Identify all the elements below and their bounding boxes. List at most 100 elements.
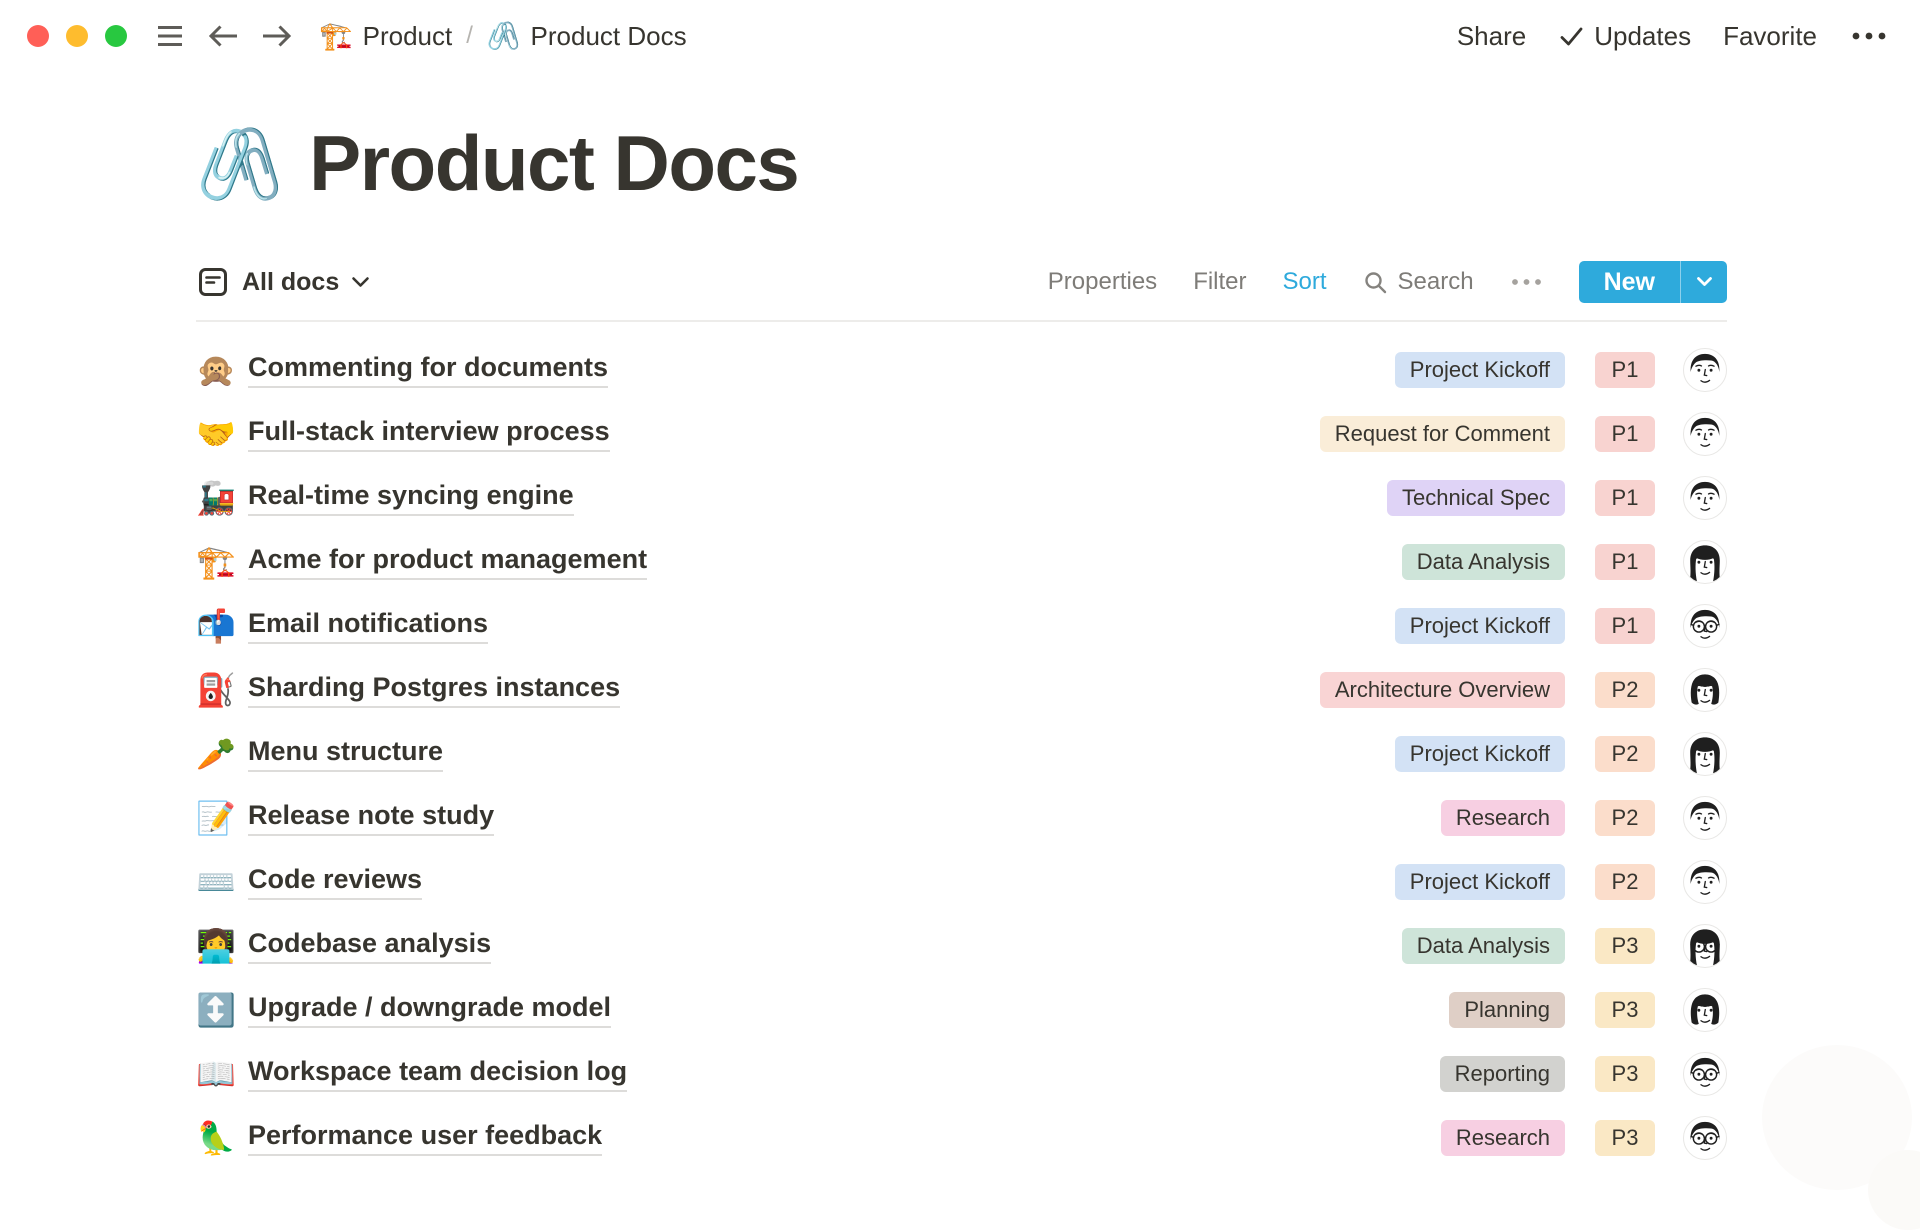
- row-properties: Reporting P3: [1440, 1052, 1727, 1096]
- properties-button[interactable]: Properties: [1048, 268, 1157, 296]
- doc-type-tag[interactable]: Request for Comment: [1320, 416, 1565, 452]
- priority-badge[interactable]: P1: [1595, 480, 1655, 516]
- page-title[interactable]: Product Docs: [309, 118, 798, 209]
- priority-badge[interactable]: P1: [1595, 416, 1655, 452]
- doc-emoji-icon: 📬: [196, 610, 248, 642]
- search-button[interactable]: Search: [1363, 268, 1474, 296]
- share-label: Share: [1457, 21, 1526, 52]
- row-properties: Data Analysis P1: [1402, 540, 1727, 584]
- priority-badge[interactable]: P3: [1595, 992, 1655, 1028]
- assignee-avatar[interactable]: [1683, 668, 1727, 712]
- row-properties: Project Kickoff P1: [1395, 604, 1727, 648]
- check-icon: [1558, 23, 1585, 50]
- breadcrumb-item-product[interactable]: 🏗️ Product: [311, 17, 460, 56]
- close-window-button[interactable]: [27, 25, 49, 47]
- paperclips-emoji-icon: 🖇️: [487, 23, 521, 50]
- breadcrumb-separator: /: [466, 22, 473, 50]
- doc-title-link[interactable]: Real-time syncing engine: [248, 480, 574, 516]
- new-chevron-down-icon[interactable]: [1681, 261, 1727, 303]
- doc-title-link[interactable]: Release note study: [248, 800, 494, 836]
- zoom-window-button[interactable]: [105, 25, 127, 47]
- row-properties: Data Analysis P3: [1402, 924, 1727, 968]
- sort-button[interactable]: Sort: [1283, 268, 1327, 296]
- updates-button[interactable]: Updates: [1558, 21, 1691, 52]
- doc-title-link[interactable]: Upgrade / downgrade model: [248, 992, 611, 1028]
- minimize-window-button[interactable]: [66, 25, 88, 47]
- priority-badge[interactable]: P3: [1595, 928, 1655, 964]
- doc-type-tag[interactable]: Technical Spec: [1387, 480, 1565, 516]
- doc-title-link[interactable]: Menu structure: [248, 736, 443, 772]
- assignee-avatar[interactable]: [1683, 604, 1727, 648]
- sidebar-menu-icon[interactable]: [154, 23, 186, 49]
- priority-badge[interactable]: P3: [1595, 1056, 1655, 1092]
- priority-badge[interactable]: P1: [1595, 608, 1655, 644]
- table-row: 👩‍💻Codebase analysisData AnalysisP3: [196, 914, 1727, 978]
- doc-type-tag[interactable]: Project Kickoff: [1395, 864, 1565, 900]
- page-emoji-icon[interactable]: 🖇️: [196, 129, 283, 199]
- toolbar-more-icon[interactable]: [1510, 277, 1543, 287]
- doc-type-tag[interactable]: Architecture Overview: [1320, 672, 1565, 708]
- assignee-avatar[interactable]: [1683, 924, 1727, 968]
- row-properties: Project Kickoff P1: [1395, 348, 1727, 392]
- doc-title-link[interactable]: Code reviews: [248, 864, 422, 900]
- doc-title-link[interactable]: Codebase analysis: [248, 928, 491, 964]
- more-options-icon[interactable]: [1849, 30, 1889, 42]
- row-properties: Request for Comment P1: [1320, 412, 1727, 456]
- priority-badge[interactable]: P2: [1595, 736, 1655, 772]
- docs-list: 🙊Commenting for documents Project Kickoff…: [196, 338, 1727, 1170]
- filter-button[interactable]: Filter: [1193, 268, 1246, 296]
- favorite-button[interactable]: Favorite: [1723, 21, 1817, 52]
- back-arrow-icon[interactable]: [206, 22, 240, 50]
- assignee-avatar[interactable]: [1683, 860, 1727, 904]
- assignee-avatar[interactable]: [1683, 476, 1727, 520]
- doc-title-link[interactable]: Performance user feedback: [248, 1120, 602, 1156]
- doc-type-tag[interactable]: Project Kickoff: [1395, 608, 1565, 644]
- doc-type-tag[interactable]: Reporting: [1440, 1056, 1565, 1092]
- doc-emoji-icon: ↕️: [196, 994, 248, 1026]
- row-properties: Project Kickoff P2: [1395, 732, 1727, 776]
- priority-badge[interactable]: P1: [1595, 352, 1655, 388]
- share-button[interactable]: Share: [1457, 21, 1526, 52]
- table-row: 📬Email notifications Project Kickoff P1: [196, 594, 1727, 658]
- favorite-label: Favorite: [1723, 21, 1817, 52]
- forward-arrow-icon[interactable]: [260, 22, 294, 50]
- doc-emoji-icon: 📝: [196, 802, 248, 834]
- view-switcher[interactable]: All docs: [196, 265, 370, 299]
- doc-emoji-icon: 🚂: [196, 482, 248, 514]
- assignee-avatar[interactable]: [1683, 348, 1727, 392]
- assignee-avatar[interactable]: [1683, 1116, 1727, 1160]
- updates-label: Updates: [1594, 21, 1691, 52]
- assignee-avatar[interactable]: [1683, 732, 1727, 776]
- toolbar-divider: [196, 320, 1727, 322]
- doc-title-link[interactable]: Workspace team decision log: [248, 1056, 627, 1092]
- assignee-avatar[interactable]: [1683, 412, 1727, 456]
- doc-title-link[interactable]: Full-stack interview process: [248, 416, 610, 452]
- doc-title-link[interactable]: Sharding Postgres instances: [248, 672, 620, 708]
- doc-type-tag[interactable]: Project Kickoff: [1395, 736, 1565, 772]
- priority-badge[interactable]: P2: [1595, 672, 1655, 708]
- breadcrumb-label: Product: [363, 21, 453, 52]
- doc-type-tag[interactable]: Research: [1441, 1120, 1565, 1156]
- priority-badge[interactable]: P3: [1595, 1120, 1655, 1156]
- assignee-avatar[interactable]: [1683, 1052, 1727, 1096]
- doc-title-link[interactable]: Commenting for documents: [248, 352, 608, 388]
- doc-title-link[interactable]: Email notifications: [248, 608, 488, 644]
- assignee-avatar[interactable]: [1683, 796, 1727, 840]
- doc-type-tag[interactable]: Data Analysis: [1402, 544, 1565, 580]
- view-switcher-label: All docs: [242, 268, 339, 297]
- priority-badge[interactable]: P1: [1595, 544, 1655, 580]
- assignee-avatar[interactable]: [1683, 988, 1727, 1032]
- assignee-avatar[interactable]: [1683, 540, 1727, 584]
- new-button[interactable]: New: [1579, 261, 1727, 303]
- priority-badge[interactable]: P2: [1595, 864, 1655, 900]
- doc-title-link[interactable]: Acme for product management: [248, 544, 647, 580]
- doc-type-tag[interactable]: Planning: [1449, 992, 1565, 1028]
- doc-emoji-icon: 🙊: [196, 354, 248, 386]
- doc-type-tag[interactable]: Project Kickoff: [1395, 352, 1565, 388]
- doc-type-tag[interactable]: Research: [1441, 800, 1565, 836]
- table-row: 📖Workspace team decision logReportingP3: [196, 1042, 1727, 1106]
- breadcrumb-item-product-docs[interactable]: 🖇️ Product Docs: [479, 17, 695, 56]
- window-titlebar: 🏗️ Product / 🖇️ Product Docs Share Updat…: [0, 0, 1920, 72]
- doc-type-tag[interactable]: Data Analysis: [1402, 928, 1565, 964]
- priority-badge[interactable]: P2: [1595, 800, 1655, 836]
